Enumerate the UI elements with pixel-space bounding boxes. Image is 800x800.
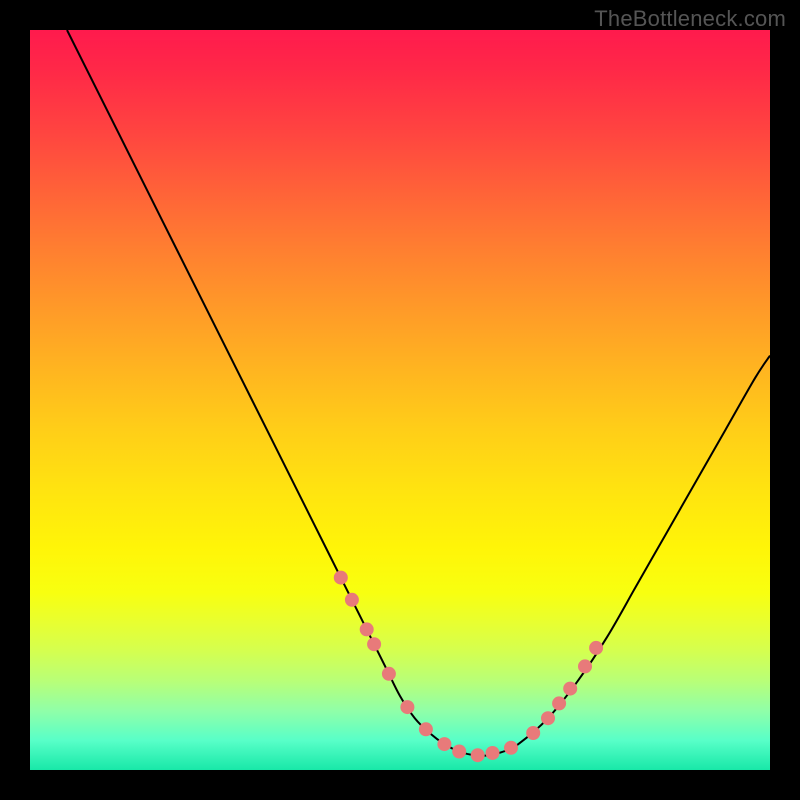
highlight-dot <box>382 667 396 681</box>
chart-plot-area <box>30 30 770 770</box>
highlight-dot <box>589 641 603 655</box>
highlight-dot <box>526 726 540 740</box>
highlight-dot <box>578 659 592 673</box>
highlight-dot <box>334 571 348 585</box>
highlight-dot <box>367 637 381 651</box>
highlight-dot <box>486 746 500 760</box>
bottleneck-curve <box>67 30 770 756</box>
watermark-text: TheBottleneck.com <box>594 6 786 32</box>
highlight-dot <box>419 722 433 736</box>
highlight-dot <box>552 696 566 710</box>
highlight-dot <box>471 748 485 762</box>
highlight-dot <box>541 711 555 725</box>
highlight-dot <box>504 741 518 755</box>
highlight-dot <box>437 737 451 751</box>
chart-svg <box>30 30 770 770</box>
highlight-dot <box>345 593 359 607</box>
highlight-dots-group <box>334 571 603 763</box>
highlight-dot <box>360 622 374 636</box>
highlight-dot <box>563 682 577 696</box>
highlight-dot <box>400 700 414 714</box>
highlight-dot <box>452 745 466 759</box>
